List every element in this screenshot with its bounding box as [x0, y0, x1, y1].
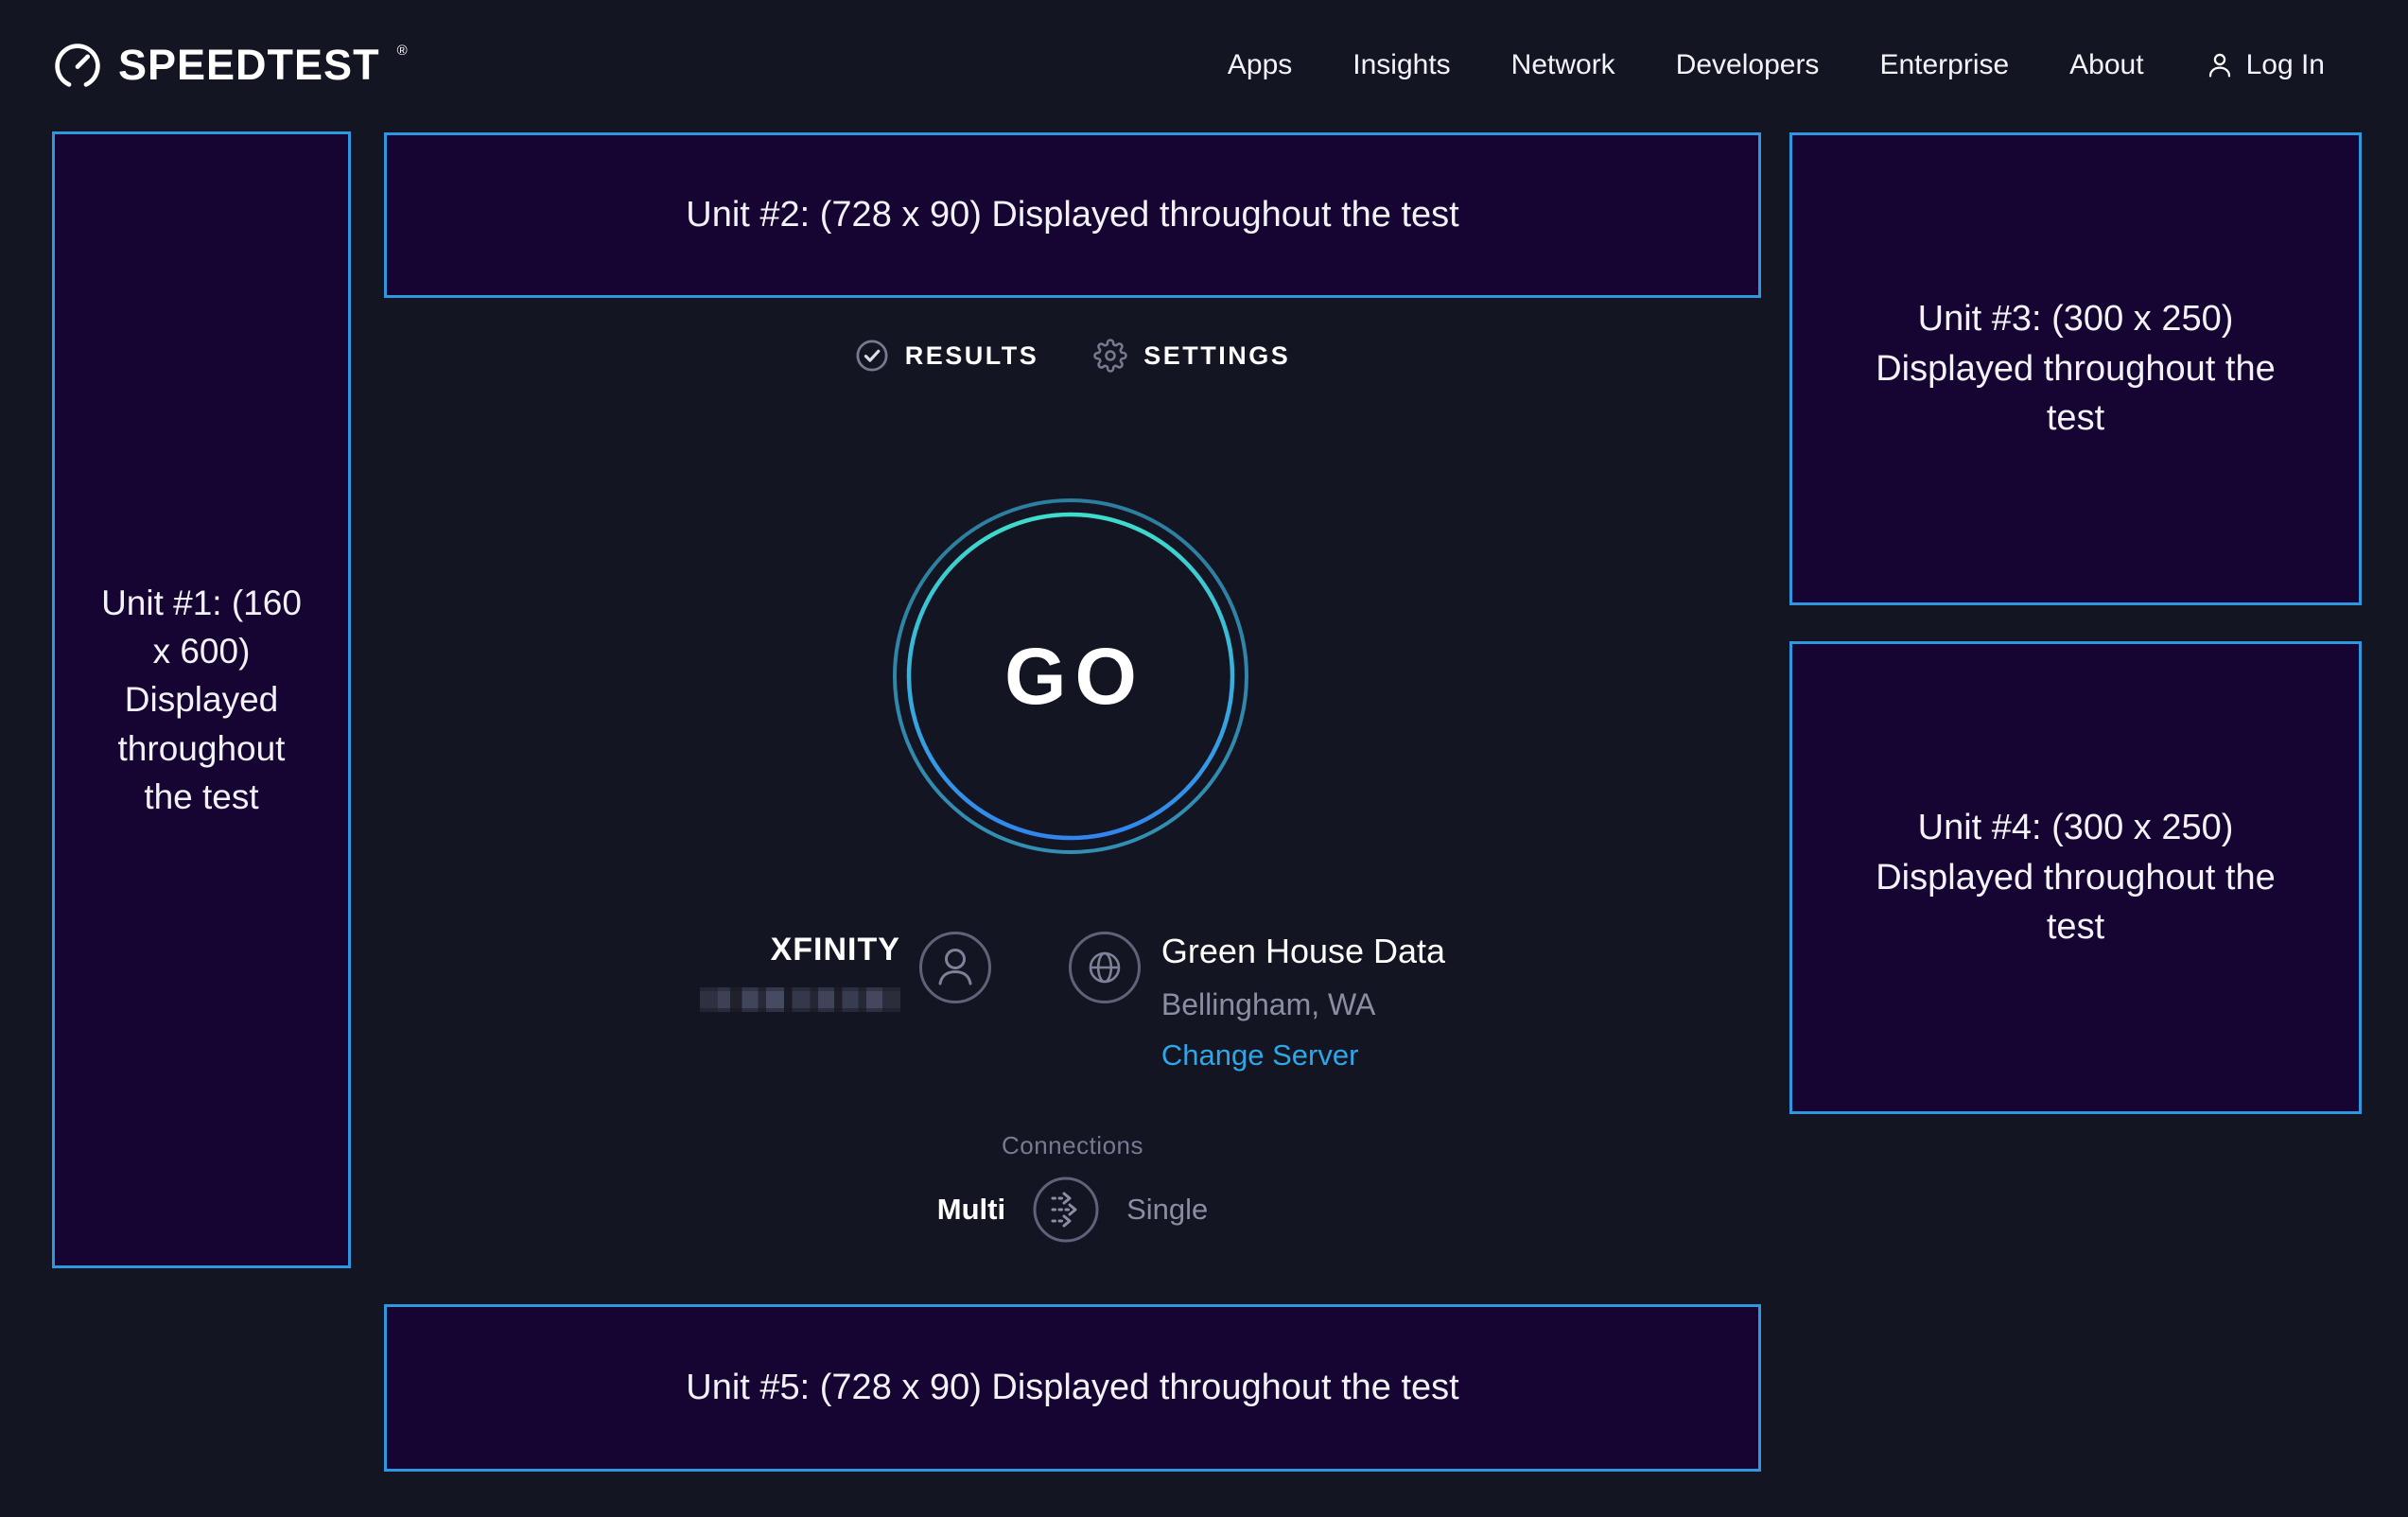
ad-unit-1-label: Unit #1: (160 x 600) Displayed throughou… — [94, 579, 309, 820]
ad-unit-4-label: Unit #4: (300 x 250) Displayed throughou… — [1858, 803, 2295, 951]
connections-section: Connections Multi Single — [384, 1131, 1761, 1244]
nav-item-network[interactable]: Network — [1511, 49, 1615, 81]
nav-item-insights[interactable]: Insights — [1352, 49, 1450, 81]
isp-person-icon — [917, 930, 993, 1005]
connections-option-single[interactable]: Single — [1126, 1193, 1208, 1227]
ad-unit-1[interactable]: Unit #1: (160 x 600) Displayed throughou… — [52, 131, 351, 1268]
go-button[interactable]: GO — [886, 492, 1255, 861]
change-server-link[interactable]: Change Server — [1161, 1038, 1359, 1072]
connections-toggle-row: Multi Single — [937, 1176, 1209, 1244]
multi-connection-arrows-icon — [1032, 1176, 1100, 1244]
server-globe-icon — [1067, 930, 1143, 1005]
speedometer-gauge-icon — [52, 41, 103, 92]
main-nav: Apps Insights Network Developers Enterpr… — [1228, 49, 2325, 81]
ad-unit-5[interactable]: Unit #5: (728 x 90) Displayed throughout… — [384, 1304, 1761, 1472]
tab-results-label: RESULTS — [905, 341, 1039, 371]
speedtest-logo[interactable]: SPEEDTEST ® — [52, 39, 408, 92]
server-name: Green House Data — [1161, 932, 1445, 971]
tab-settings[interactable]: SETTINGS — [1093, 339, 1290, 373]
ad-unit-4[interactable]: Unit #4: (300 x 250) Displayed throughou… — [1789, 641, 2362, 1114]
view-tabs: RESULTS SETTINGS — [384, 339, 1761, 373]
nav-item-developers[interactable]: Developers — [1676, 49, 1820, 81]
gear-icon — [1093, 339, 1127, 373]
isp-name: XFINITY — [771, 932, 900, 968]
server-block: Green House Data Bellingham, WA Change S… — [1161, 927, 1445, 1072]
connections-option-multi[interactable]: Multi — [937, 1193, 1005, 1227]
login-label: Log In — [2246, 49, 2325, 81]
nav-item-apps[interactable]: Apps — [1228, 49, 1292, 81]
connections-toggle[interactable] — [1032, 1176, 1100, 1244]
brand-name: SPEEDTEST — [118, 39, 380, 92]
connections-label: Connections — [384, 1131, 1761, 1160]
login-button[interactable]: Log In — [2205, 49, 2325, 81]
tab-settings-label: SETTINGS — [1143, 341, 1290, 371]
isp-block: XFINITY — [700, 927, 900, 1012]
nav-item-enterprise[interactable]: Enterprise — [1879, 49, 2009, 81]
ad-unit-2[interactable]: Unit #2: (728 x 90) Displayed throughout… — [384, 132, 1761, 298]
trademark-symbol: ® — [397, 43, 408, 59]
ad-unit-2-label: Unit #2: (728 x 90) Displayed throughout… — [686, 190, 1458, 239]
masked-ip-address — [700, 987, 900, 1012]
test-endpoints-row: XFINITY Green House Data Bellingham, WA … — [384, 927, 1761, 1072]
ad-unit-3-label: Unit #3: (300 x 250) Displayed throughou… — [1858, 294, 2295, 443]
check-circle-icon — [855, 339, 889, 373]
go-button-label: GO — [886, 492, 1255, 861]
nav-item-about[interactable]: About — [2069, 49, 2143, 81]
person-icon — [2205, 50, 2235, 80]
ad-unit-5-label: Unit #5: (728 x 90) Displayed throughout… — [686, 1363, 1458, 1412]
tab-results[interactable]: RESULTS — [855, 339, 1039, 373]
ad-unit-3[interactable]: Unit #3: (300 x 250) Displayed throughou… — [1789, 132, 2362, 605]
speedtest-page: SPEEDTEST ® Apps Insights Network Develo… — [0, 0, 2408, 1517]
server-location: Bellingham, WA — [1161, 987, 1375, 1022]
header: SPEEDTEST ® Apps Insights Network Develo… — [0, 0, 2408, 130]
